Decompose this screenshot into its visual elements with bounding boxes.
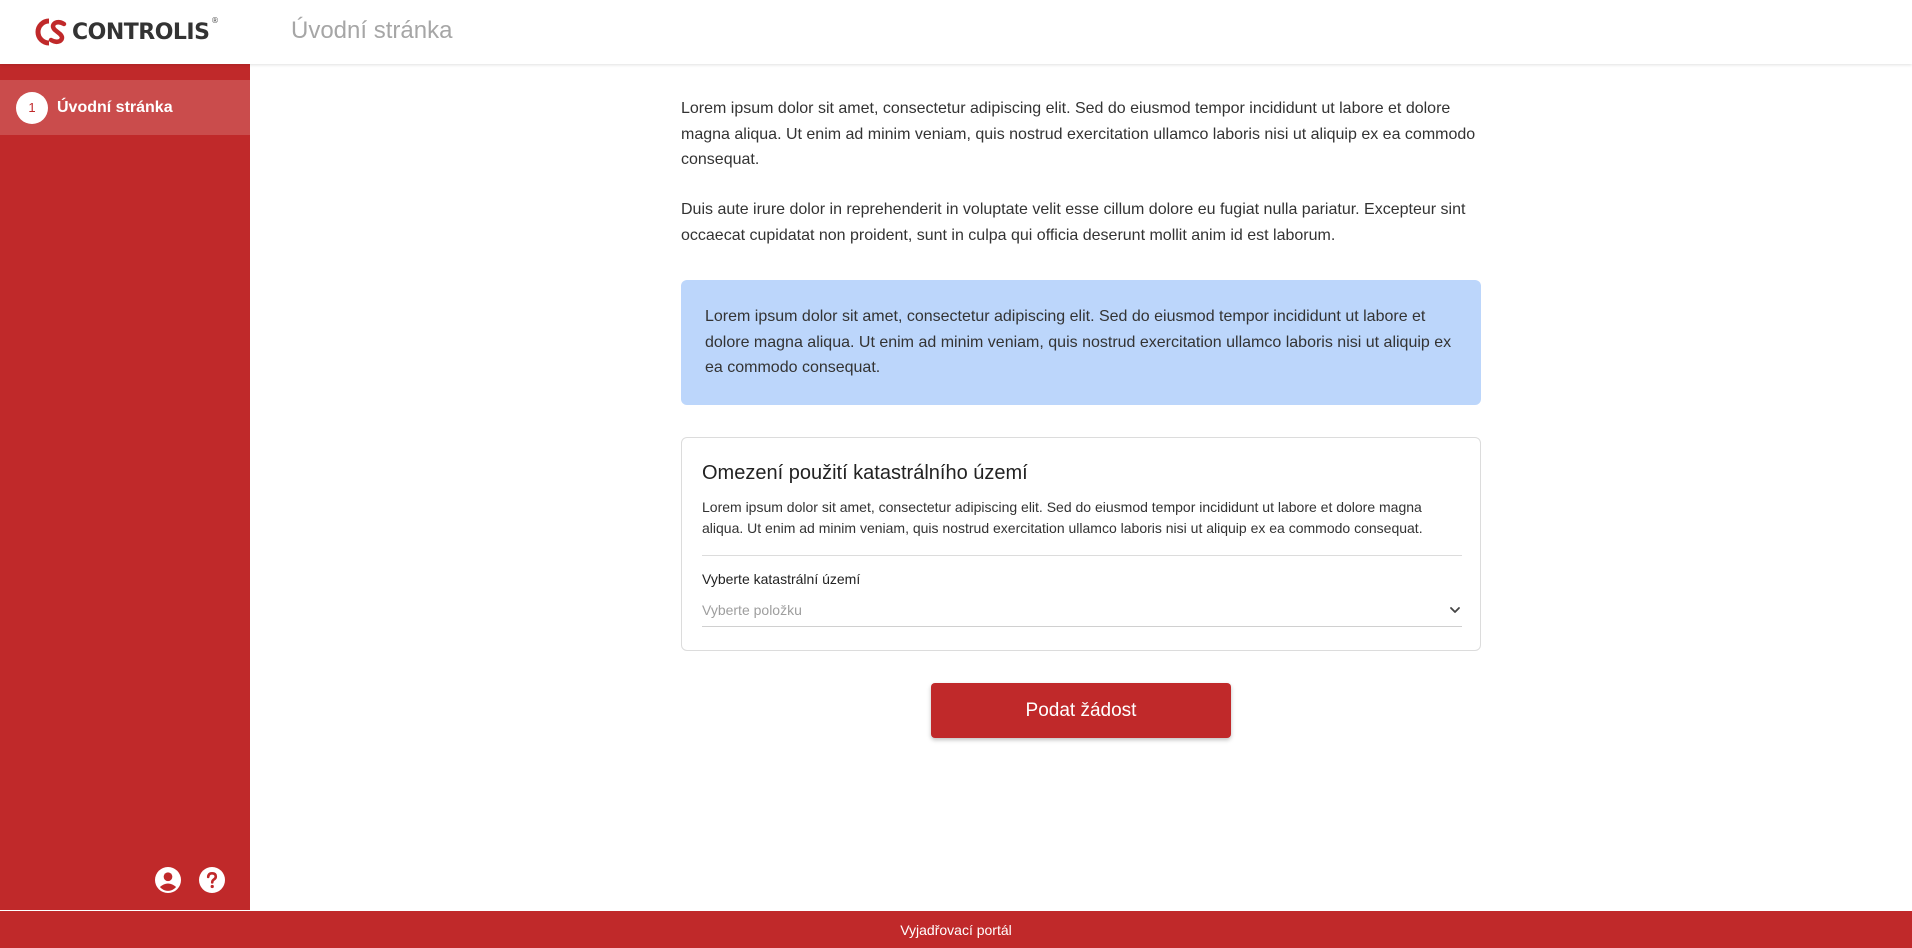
controlis-logo-icon <box>35 18 67 46</box>
intro-paragraph-1: Lorem ipsum dolor sit amet, consectetur … <box>681 100 1476 168</box>
info-box: Lorem ipsum dolor sit amet, consectetur … <box>681 280 1481 405</box>
page-title: Úvodní stránka <box>291 17 453 44</box>
submit-request-button[interactable]: Podat žádost <box>931 683 1231 738</box>
card-description: Lorem ipsum dolor sit amet, consectetur … <box>702 499 1423 536</box>
step-number-badge: 1 <box>16 91 48 124</box>
select-placeholder: Vyberte položku <box>702 601 802 618</box>
intro-paragraph-2: Duis aute irure dolor in reprehenderit i… <box>681 201 1466 244</box>
cadastral-restriction-card: Omezení použití katastrálního území Lore… <box>681 437 1481 651</box>
sidebar-item-uvodni-stranka[interactable]: 1 Úvodní stránka <box>0 80 250 135</box>
cadastral-select-label: Vyberte katastrální území <box>702 571 861 587</box>
sidebar: 1 Úvodní stránka <box>0 64 250 910</box>
logo-wordmark: CONTROLIS ® <box>72 16 219 45</box>
cadastral-area-select[interactable]: Vyberte položku <box>702 593 1462 627</box>
footer-text: Vyjadřovací portál <box>900 921 1012 938</box>
logo-registered-mark: ® <box>210 15 219 25</box>
controlis-logo[interactable]: CONTROLIS ® <box>34 16 219 48</box>
chevron-down-icon <box>1450 606 1460 613</box>
logo-name: CONTROLIS <box>72 19 210 45</box>
app-footer: Vyjadřovací portál <box>0 911 1912 948</box>
card-divider <box>702 555 1462 556</box>
sidebar-item-label: Úvodní stránka <box>57 98 173 116</box>
help-circle-icon[interactable] <box>199 867 225 893</box>
account-circle-icon[interactable] <box>155 867 181 893</box>
app-header: CONTROLIS ® Úvodní stránka <box>0 0 1912 64</box>
card-title: Omezení použití katastrálního území <box>702 462 1028 484</box>
